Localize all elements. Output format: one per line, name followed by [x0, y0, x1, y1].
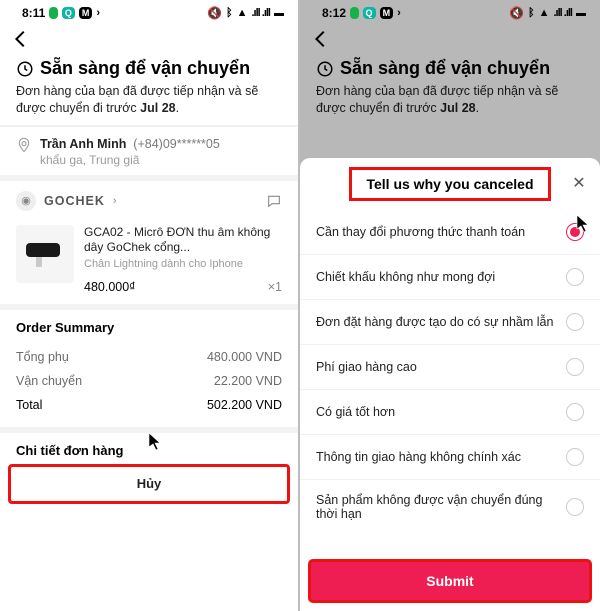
status-app-icon-1	[49, 7, 58, 19]
status-app-icon-3: M	[79, 7, 93, 19]
radio-icon	[566, 268, 584, 286]
back-icon[interactable]	[10, 28, 32, 50]
order-details-section: Chi tiết đơn hàng	[0, 433, 298, 464]
mute-icon: 🔇	[509, 6, 524, 20]
reason-label: Chiết khấu không như mong đợi	[316, 270, 495, 284]
status-more-icon: ›	[397, 7, 401, 19]
reason-option[interactable]: Phí giao hàng cao	[300, 344, 600, 389]
reason-label: Sản phẩm không được vận chuyển đúng thời…	[316, 493, 566, 521]
chevron-right-icon: ›	[113, 195, 117, 207]
radio-icon	[566, 358, 584, 376]
cancel-reason-sheet: Tell us why you canceled ✕ Cần thay đổi …	[300, 158, 600, 611]
wifi-icon: ▲	[539, 7, 550, 19]
summary-value: 22.200 VND	[214, 374, 282, 388]
bluetooth-icon: ᛒ	[528, 7, 535, 19]
location-icon	[16, 137, 32, 153]
status-subtitle: Đơn hàng của bạn đã được tiếp nhận và sẽ…	[16, 83, 282, 117]
summary-title: Order Summary	[16, 320, 282, 335]
reason-label: Cần thay đổi phương thức thanh toán	[316, 225, 525, 239]
reason-option[interactable]: Thông tin giao hàng không chính xác	[300, 434, 600, 479]
shipping-address[interactable]: Trần Anh Minh (+84)09******05 khẩu ga, T…	[0, 127, 298, 175]
reason-list: Cần thay đổi phương thức thanh toán Chiế…	[300, 210, 600, 553]
summary-label: Tổng phụ	[16, 350, 69, 364]
left-phone: 8:11 Q M › 🔇 ᛒ ▲ .ıll .ıll ▬ Sẵn sàng để…	[0, 0, 299, 611]
chat-icon[interactable]	[266, 193, 282, 209]
battery-icon: ▬	[576, 8, 586, 19]
radio-icon	[566, 223, 584, 241]
mute-icon: 🔇	[207, 6, 222, 20]
summary-value: 502.200 VND	[207, 398, 282, 412]
product-image	[16, 225, 74, 283]
status-app-icon-2: Q	[62, 7, 75, 19]
reason-option[interactable]: Cần thay đổi phương thức thanh toán	[300, 210, 600, 254]
status-time: 8:11	[22, 6, 45, 20]
status-app-icon-3: M	[380, 7, 394, 19]
reason-label: Đơn đặt hàng được tạo do có sự nhầm lẫn	[316, 315, 553, 329]
reason-label: Có giá tốt hơn	[316, 405, 395, 419]
close-icon[interactable]: ✕	[568, 172, 590, 194]
summary-label: Vận chuyển	[16, 374, 82, 388]
status-bar: 8:12 Q M › 🔇 ᛒ ▲ .ıll .ıll ▬	[300, 0, 600, 22]
submit-button[interactable]: Submit	[310, 561, 590, 601]
reason-option[interactable]: Sản phẩm không được vận chuyển đúng thời…	[300, 479, 600, 534]
cancel-button[interactable]: Hủy	[10, 466, 288, 502]
right-phone: 8:12 Q M › 🔇 ᛒ ▲ .ıll .ıll ▬	[299, 0, 600, 611]
sheet-title: Tell us why you canceled	[349, 167, 550, 201]
product-title: GCA02 - Micrô ĐƠN thu âm không dây GoChe…	[84, 225, 282, 256]
reason-label: Thông tin giao hàng không chính xác	[316, 450, 521, 464]
details-title: Chi tiết đơn hàng	[16, 443, 282, 458]
radio-icon	[566, 498, 584, 516]
reason-option[interactable]: Chiết khấu không như mong đợi	[300, 254, 600, 299]
shop-name: GOCHEK	[44, 194, 105, 208]
order-status-header: Sẵn sàng để vận chuyển Đơn hàng của bạn …	[0, 56, 298, 125]
product-qty: ×1	[268, 280, 282, 294]
recipient-name: Trần Anh Minh	[40, 137, 126, 151]
product-row[interactable]: GCA02 - Micrô ĐƠN thu âm không dây GoChe…	[0, 221, 298, 304]
status-app-icon-2: Q	[363, 7, 376, 19]
clock-icon	[16, 60, 34, 78]
product-variant: Chân Lightning dành cho Iphone	[84, 258, 282, 270]
reason-label: Phí giao hàng cao	[316, 360, 417, 374]
summary-value: 480.000 VND	[207, 350, 282, 364]
status-more-icon: ›	[96, 7, 100, 19]
radio-icon	[566, 313, 584, 331]
bluetooth-icon: ᛒ	[226, 7, 233, 19]
battery-icon: ▬	[274, 8, 284, 19]
shop-logo-icon: ◉	[16, 191, 36, 211]
status-title: Sẵn sàng để vận chuyển	[40, 58, 250, 79]
status-app-icon-1	[350, 7, 359, 19]
radio-icon	[566, 448, 584, 466]
recipient-phone: (+84)09******05	[133, 137, 220, 151]
order-summary: Order Summary Tổng phụ 480.000 VND Vận ch…	[0, 310, 298, 427]
status-bar: 8:11 Q M › 🔇 ᛒ ▲ .ıll .ıll ▬	[0, 0, 298, 22]
radio-icon	[566, 403, 584, 421]
status-time: 8:12	[322, 6, 346, 20]
address-line: khẩu ga, Trung giã	[40, 153, 282, 167]
reason-option[interactable]: Đơn đặt hàng được tạo do có sự nhầm lẫn	[300, 299, 600, 344]
shop-row[interactable]: ◉ GOCHEK ›	[0, 181, 298, 221]
signal-icon: .ıll .ıll	[251, 7, 270, 19]
product-price: 480.000₫	[84, 280, 136, 294]
wifi-icon: ▲	[237, 7, 248, 19]
summary-label: Total	[16, 398, 42, 412]
signal-icon: .ıll .ıll	[553, 7, 572, 19]
nav-bar	[0, 22, 298, 56]
reason-option[interactable]: Có giá tốt hơn	[300, 389, 600, 434]
